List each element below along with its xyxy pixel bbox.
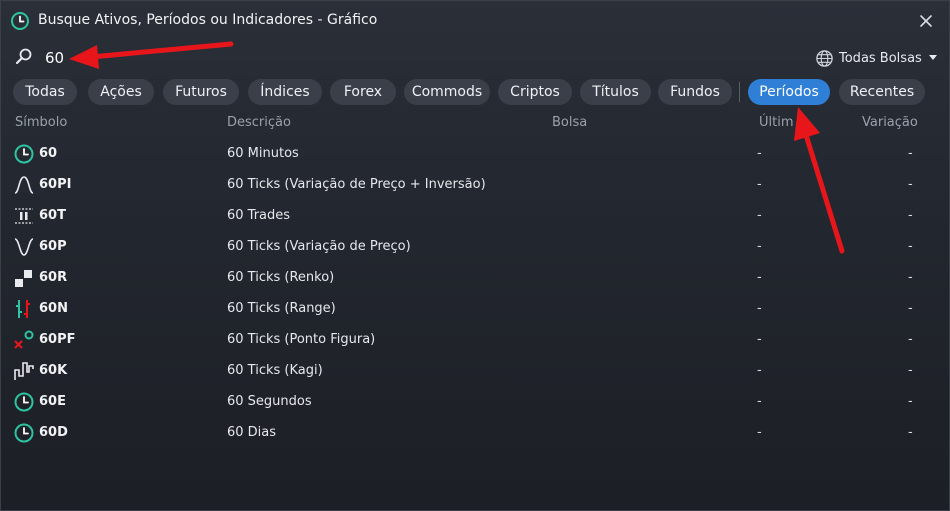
clock-icon	[11, 12, 29, 30]
row-change: -	[908, 270, 913, 285]
row-symbol: 60N	[39, 301, 68, 316]
row-change: -	[908, 239, 913, 254]
result-row[interactable]: 60E 60 Segundos - -	[1, 386, 949, 417]
search-icon	[15, 48, 32, 65]
row-change: -	[908, 177, 913, 192]
row-change: -	[908, 394, 913, 409]
row-symbol: 60K	[39, 363, 68, 378]
point-figure-icon	[14, 330, 34, 349]
tab-titulos[interactable]: Títulos	[580, 79, 651, 105]
results-header: Símbolo Descrição Bolsa Últim Variação	[1, 113, 949, 133]
window-title: Busque Ativos, Períodos ou Indicadores -…	[38, 12, 378, 28]
tabs-divider	[739, 82, 740, 102]
globe-icon	[816, 49, 833, 67]
column-description[interactable]: Descrição	[227, 115, 291, 130]
column-exchange[interactable]: Bolsa	[552, 115, 587, 130]
result-row[interactable]: 60K 60 Ticks (Kagi) - -	[1, 355, 949, 386]
row-last: -	[757, 301, 762, 316]
kagi-icon	[14, 362, 34, 380]
result-row[interactable]: 60N 60 Ticks (Range) - -	[1, 293, 949, 324]
row-description: 60 Ticks (Range)	[227, 301, 336, 316]
row-change: -	[908, 425, 913, 440]
tab-criptos[interactable]: Criptos	[498, 79, 572, 105]
row-symbol: 60D	[39, 425, 68, 440]
row-description: 60 Ticks (Variação de Preço)	[227, 239, 411, 254]
close-icon[interactable]	[919, 14, 933, 28]
tab-todas[interactable]: Todas	[13, 79, 77, 105]
range-icon	[16, 300, 30, 318]
trades-icon	[15, 208, 33, 224]
row-description: 60 Trades	[227, 208, 291, 223]
row-description: 60 Dias	[227, 425, 277, 440]
tab-futuros[interactable]: Futuros	[163, 79, 239, 105]
tab-recentes[interactable]: Recentes	[839, 79, 925, 105]
result-row[interactable]: 60R 60 Ticks (Renko) - -	[1, 262, 949, 293]
row-description: 60 Ticks (Ponto Figura)	[227, 332, 376, 347]
row-symbol: 60	[39, 146, 58, 161]
result-row[interactable]: 60PI 60 Ticks (Variação de Preço + Inver…	[1, 169, 949, 200]
tab-fundos[interactable]: Fundos	[658, 79, 732, 105]
tab-commods[interactable]: Commods	[404, 79, 490, 105]
tab-indices[interactable]: Índices	[248, 79, 322, 105]
exchange-dropdown[interactable]: Todas Bolsas	[815, 47, 937, 69]
row-change: -	[908, 301, 913, 316]
row-description: 60 Minutos	[227, 146, 299, 161]
row-change: -	[908, 363, 913, 378]
row-symbol: 60PF	[39, 332, 76, 347]
search-input[interactable]	[45, 46, 545, 70]
row-description: 60 Ticks (Kagi)	[227, 363, 323, 378]
row-change: -	[908, 332, 913, 347]
exchange-label: Todas Bolsas	[839, 50, 922, 66]
row-last: -	[757, 394, 762, 409]
tab-periodos[interactable]: Períodos	[748, 79, 830, 105]
clock-icon	[14, 144, 34, 164]
tab-forex[interactable]: Forex	[330, 79, 396, 105]
row-last: -	[757, 177, 762, 192]
tab-acoes[interactable]: Ações	[88, 79, 154, 105]
result-row[interactable]: 60PF 60 Ticks (Ponto Figura) - -	[1, 324, 949, 355]
row-description: 60 Segundos	[227, 394, 312, 409]
result-row[interactable]: 60P 60 Ticks (Variação de Preço) - -	[1, 231, 949, 262]
row-last: -	[757, 208, 762, 223]
row-last: -	[757, 363, 762, 378]
row-symbol: 60PI	[39, 177, 72, 192]
column-last[interactable]: Últim	[759, 115, 794, 130]
row-change: -	[908, 146, 913, 161]
clock-icon	[14, 423, 34, 443]
clock-icon	[14, 392, 34, 412]
symbol-search-dialog: Busque Ativos, Períodos ou Indicadores -…	[0, 0, 950, 511]
row-last: -	[757, 239, 762, 254]
result-row[interactable]: 60 60 Minutos - -	[1, 138, 949, 169]
bell-curve-icon	[14, 176, 34, 194]
row-description: 60 Ticks (Renko)	[227, 270, 335, 285]
row-change: -	[908, 208, 913, 223]
result-row[interactable]: 60T 60 Trades - -	[1, 200, 949, 231]
result-row[interactable]: 60D 60 Dias - -	[1, 417, 949, 448]
row-last: -	[757, 146, 762, 161]
row-symbol: 60E	[39, 394, 66, 409]
row-last: -	[757, 270, 762, 285]
row-description: 60 Ticks (Variação de Preço + Inversão)	[227, 177, 486, 192]
renko-icon	[15, 270, 32, 287]
price-variation-icon	[14, 238, 34, 256]
caret-down-icon	[928, 55, 937, 60]
row-last: -	[757, 425, 762, 440]
row-symbol: 60T	[39, 208, 66, 223]
row-last: -	[757, 332, 762, 347]
title-bar: Busque Ativos, Períodos ou Indicadores -…	[1, 1, 949, 41]
row-symbol: 60P	[39, 239, 67, 254]
row-symbol: 60R	[39, 270, 68, 285]
column-change[interactable]: Variação	[862, 115, 918, 130]
column-symbol[interactable]: Símbolo	[15, 115, 67, 130]
